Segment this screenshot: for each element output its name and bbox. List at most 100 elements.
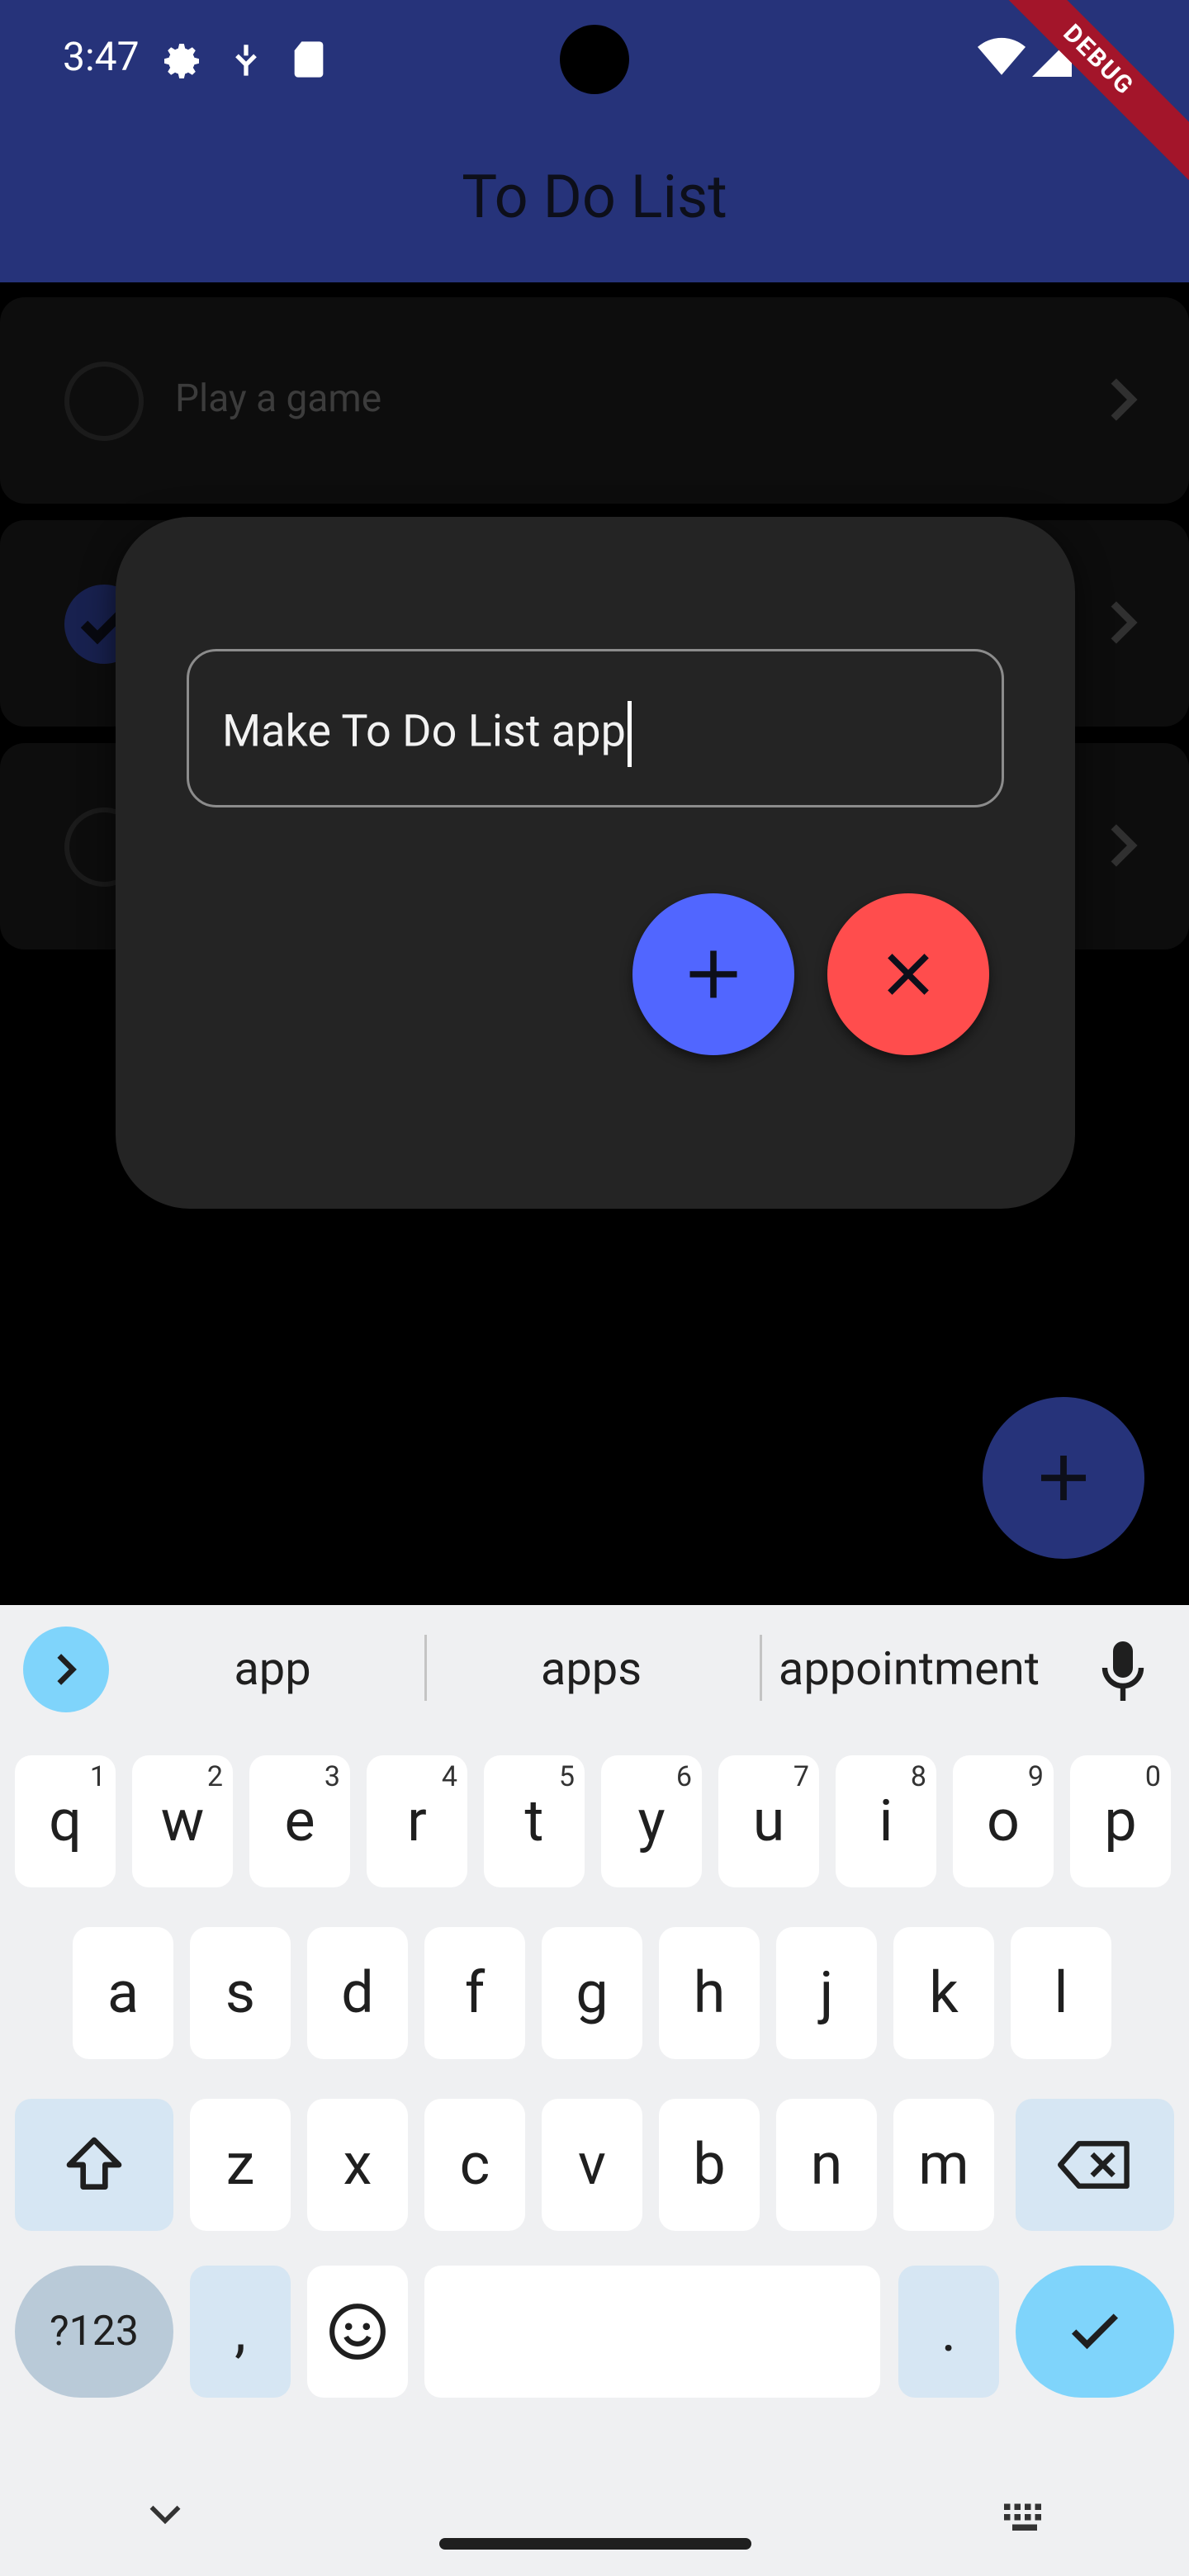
key-p[interactable]: p0 [1070, 1755, 1171, 1887]
key-hint: 6 [675, 1760, 692, 1793]
key-label: c [459, 2131, 490, 2199]
text-caret [627, 701, 632, 767]
suggestion-divider [760, 1635, 762, 1701]
key-z[interactable]: z [190, 2099, 291, 2231]
symbols-key[interactable]: ?123 [15, 2266, 173, 2398]
key-j[interactable]: j [776, 1927, 877, 2059]
hide-keyboard-icon[interactable] [147, 2502, 183, 2526]
key-label: j [819, 1959, 834, 2027]
key-hint: 1 [89, 1760, 106, 1793]
backspace-key[interactable] [1016, 2099, 1174, 2231]
done-key[interactable] [1016, 2266, 1174, 2398]
key-s[interactable]: s [190, 1927, 291, 2059]
key-label: l [1054, 1959, 1068, 2027]
key-k[interactable]: k [893, 1927, 994, 2059]
key-w[interactable]: w2 [132, 1755, 233, 1887]
soft-keyboard: app apps appointment q1 w2 e3 r4 t5 y6 u… [0, 1605, 1189, 2576]
check-icon [1071, 2313, 1119, 2350]
key-hint: 3 [324, 1760, 340, 1793]
key-label: z [225, 2131, 255, 2199]
key-v[interactable]: v [542, 2099, 642, 2231]
key-label: g [576, 1959, 609, 2027]
suggestion-bar: app apps appointment [0, 1605, 1189, 1721]
space-key[interactable] [424, 2266, 880, 2398]
key-label: k [929, 1959, 959, 2027]
keyboard-switch-icon[interactable] [1001, 2502, 1049, 2535]
add-todo-dialog: Make To Do List app [116, 517, 1075, 1209]
key-label: o [987, 1788, 1020, 1855]
shift-key[interactable] [15, 2099, 173, 2231]
key-l[interactable]: l [1011, 1927, 1111, 2059]
key-h[interactable]: h [659, 1927, 760, 2059]
key-hint: 2 [206, 1760, 223, 1793]
key-label: , [234, 2298, 246, 2365]
key-u[interactable]: u7 [718, 1755, 819, 1887]
key-label: v [578, 2131, 606, 2199]
key-q[interactable]: q1 [15, 1755, 116, 1887]
suggestion-divider [424, 1635, 427, 1701]
settings-icon [164, 44, 199, 79]
wifi-icon [978, 37, 1026, 75]
key-o[interactable]: o9 [953, 1755, 1054, 1887]
keyboard-menu-button[interactable] [23, 1627, 109, 1712]
add-button[interactable] [632, 893, 794, 1055]
key-label: s [225, 1959, 256, 2027]
key-label: q [49, 1788, 82, 1855]
home-indicator[interactable] [439, 2538, 751, 2550]
key-label: f [464, 1959, 486, 2027]
status-time: 3:47 [63, 33, 140, 80]
emoji-key[interactable] [307, 2266, 408, 2398]
key-g[interactable]: g [542, 1927, 642, 2059]
suggestion-3[interactable]: appointment [773, 1641, 1045, 1696]
key-hint: 5 [558, 1760, 575, 1793]
key-hint: 4 [441, 1760, 457, 1793]
key-label: . [940, 2298, 957, 2365]
camera-cutout [560, 25, 629, 94]
plus-icon [689, 950, 737, 998]
key-hint: 7 [793, 1760, 809, 1793]
key-label: t [524, 1788, 544, 1855]
app-bar: 3:47 DEBUG To Do List [0, 0, 1189, 282]
key-d[interactable]: d [307, 1927, 408, 2059]
key-r[interactable]: r4 [367, 1755, 467, 1887]
key-label: d [341, 1959, 374, 2027]
suggestion-2[interactable]: apps [467, 1641, 715, 1696]
key-label: b [693, 2131, 726, 2199]
emoji-icon [329, 2304, 386, 2360]
todo-input-text: Make To Do List app [222, 705, 626, 758]
microphone-icon[interactable] [1100, 1638, 1146, 1704]
key-a[interactable]: a [73, 1927, 173, 2059]
suggestion-1[interactable]: app [149, 1641, 396, 1696]
key-x[interactable]: x [307, 2099, 408, 2231]
key-label: y [637, 1788, 666, 1855]
todo-input-value[interactable]: Make To Do List app [222, 701, 632, 767]
backspace-icon [1058, 2141, 1130, 2189]
key-i[interactable]: i8 [836, 1755, 936, 1887]
key-label: m [918, 2131, 969, 2199]
key-e[interactable]: e3 [249, 1755, 350, 1887]
add-todo-fab[interactable] [983, 1397, 1144, 1559]
key-label: r [407, 1788, 427, 1855]
comma-key[interactable]: , [190, 2266, 291, 2398]
close-icon [888, 954, 929, 995]
key-label: n [810, 2131, 843, 2199]
page-title: To Do List [462, 162, 727, 232]
sd-card-icon [294, 41, 324, 78]
key-label: ?123 [50, 2308, 139, 2356]
key-t[interactable]: t5 [484, 1755, 585, 1887]
key-y[interactable]: y6 [601, 1755, 702, 1887]
period-key[interactable]: . [898, 2266, 999, 2398]
chevron-right-icon [57, 1654, 77, 1685]
key-hint: 9 [1027, 1760, 1044, 1793]
key-b[interactable]: b [659, 2099, 760, 2231]
key-label: x [343, 2131, 372, 2199]
shift-icon [66, 2137, 122, 2190]
key-hint: 0 [1144, 1760, 1161, 1793]
cancel-button[interactable] [827, 893, 989, 1055]
todo-input-field[interactable]: Make To Do List app [187, 649, 1004, 807]
key-f[interactable]: f [424, 1927, 525, 2059]
key-n[interactable]: n [776, 2099, 877, 2231]
key-c[interactable]: c [424, 2099, 525, 2231]
key-m[interactable]: m [893, 2099, 994, 2231]
key-label: i [879, 1788, 893, 1855]
